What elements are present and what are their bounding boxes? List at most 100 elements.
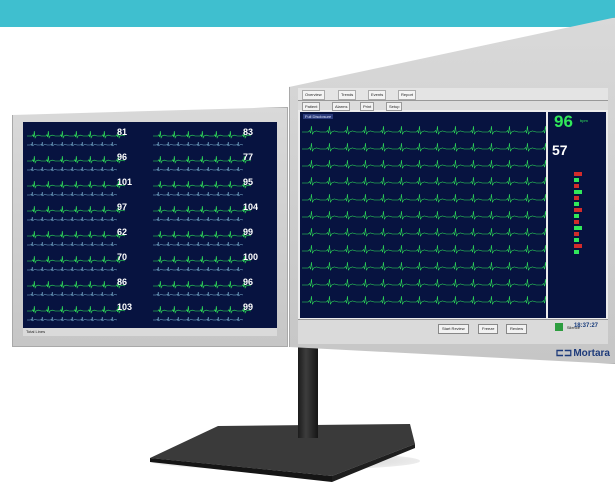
toolbar: Patient Alarms Print Setup [298,101,608,111]
patient-detail-screen[interactable]: Overview Trends Events Report Patient Al… [298,88,608,344]
bed-hr-value: 83 [243,127,254,137]
ecg-strip-trace [302,210,546,220]
status-bar: Total Lines [23,328,277,336]
bottom-toolbar: Start Review Freeze Review Silence 18:37… [298,319,608,344]
ecg-strip-trace [302,193,546,203]
bed-ecg-trace [27,155,126,164]
clock: 18:37:27 [573,323,598,329]
monitor-stand-neck [298,338,318,438]
bed-pleth-trace [27,216,118,222]
bed-pleth-trace [153,291,244,297]
tab-bar: Overview Trends Events Report [298,88,608,101]
freeze-button[interactable]: Freeze [478,324,499,334]
left-monitor: 81 83 96 77 101 95 97 104 62 99 70 100 86 96 103 99 Tot… [12,107,288,347]
vitals-indicator [574,250,579,254]
bed-ecg-trace [153,205,252,214]
setup-button[interactable]: Setup [386,102,403,111]
tab-trends[interactable]: Trends [338,90,357,100]
bed-hr-value: 70 [117,252,128,262]
bed-pleth-trace [153,166,244,172]
bed-hr-value: 104 [243,202,259,212]
bed-hr-value: 62 [117,227,128,237]
ecg-full-disclosure-panel[interactable]: Full Disclosure [300,112,546,318]
bed-hr-value: 100 [243,252,259,262]
ecg-strip-trace [302,278,546,288]
bed-pleth-trace [153,216,244,222]
bed-hr-value: 96 [117,152,128,162]
bed-pleth-trace [27,141,118,147]
vitals-indicator [574,244,582,248]
bed-pleth-trace [153,316,244,322]
vitals-indicator [574,190,582,194]
ecg-strip-trace [302,125,546,135]
brand-name: Mortara [573,348,610,359]
vitals-panel: 96 bpm 57 [548,112,606,318]
vitals-indicator [574,202,579,206]
bed-pleth-trace [27,166,118,172]
bed-hr-value: 97 [117,202,128,212]
bed-pleth-trace [27,241,118,247]
bed-ecg-trace [153,155,252,164]
mortara-logo-icon: ⊏⊐ [555,348,573,359]
patient-button[interactable]: Patient [302,102,321,111]
ecg-strip-trace [302,261,546,271]
bed-ecg-trace [27,255,126,264]
bed-hr-value: 95 [243,177,254,187]
vitals-indicator [574,214,579,218]
vitals-indicator [574,220,579,224]
vitals-indicator [574,238,579,242]
vitals-indicator [574,226,582,230]
bed-hr-value: 96 [243,277,254,287]
bed-hr-value: 101 [117,177,133,187]
vitals-indicator [574,208,582,212]
bed-ecg-trace [27,230,126,239]
ecg-strip-trace [302,227,546,237]
bed-hr-value: 99 [243,227,254,237]
bed-pleth-trace [27,266,118,272]
bed-ecg-trace [153,280,252,289]
vitals-indicator [574,172,582,176]
bed-pleth-trace [27,191,118,197]
vitals-indicator [574,232,579,236]
bed-ecg-trace [27,280,126,289]
bed-waveforms [27,130,252,322]
vitals-indicator [574,178,579,182]
bed-pleth-trace [27,291,118,297]
ecg-strip-trace [302,159,546,169]
ecg-strip-trace [302,176,546,186]
bed-hr-value: 99 [243,302,254,312]
bed-ecg-trace [153,180,252,189]
bed-pleth-trace [153,241,244,247]
vitals-table [574,172,582,254]
tab-report[interactable]: Report [398,90,417,100]
review-button[interactable]: Review [506,324,528,334]
bed-hr-value: 103 [117,302,133,312]
alarm-indicator-icon [555,323,563,331]
bed-pleth-trace [153,191,244,197]
start-review-button[interactable]: Start Review [438,324,469,334]
vitals-indicator [574,196,579,200]
bed-ecg-trace [153,130,252,139]
ecg-strip-trace [302,295,546,305]
tab-events[interactable]: Events [368,90,387,100]
ecg-strip-trace [302,142,546,152]
bed-hr-value: 77 [243,152,254,162]
status-bar-label: Total Lines [26,329,46,334]
bed-ecg-trace [27,130,126,139]
central-station-screen[interactable]: 81 83 96 77 101 95 97 104 62 99 70 100 86 96 103 99 Tot… [23,122,277,336]
bed-ecg-trace [27,305,126,314]
brand-logo: ⊏⊐Mortara [556,348,610,359]
bed-ecg-trace [153,255,252,264]
ecg-strips [302,125,546,305]
tab-overview[interactable]: Overview [302,90,325,100]
vitals-indicator [574,184,579,188]
bed-ecg-trace [27,205,126,214]
bed-ecg-trace [27,180,126,189]
print-button[interactable]: Print [360,102,375,111]
bed-pleth-trace [153,141,244,147]
bed-ecg-trace [153,230,252,239]
bed-pleth-trace [27,316,118,322]
alarms-button[interactable]: Alarms [332,102,351,111]
ecg-strip-trace [302,244,546,254]
bed-ecg-trace [153,305,252,314]
